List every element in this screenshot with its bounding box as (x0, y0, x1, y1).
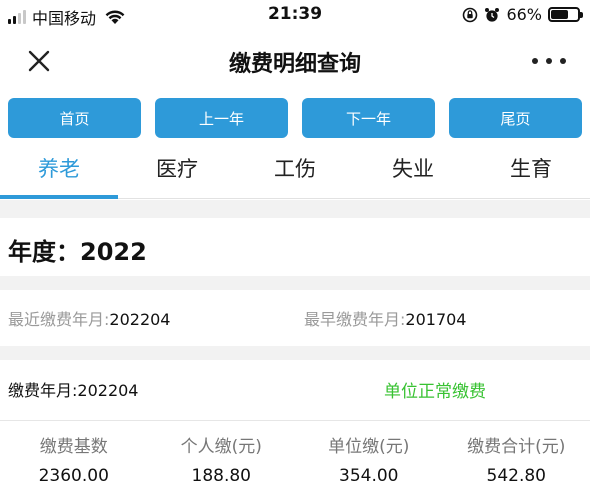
more-icon[interactable] (532, 48, 566, 74)
status-bar: 中国移动 21:39 66% (0, 0, 590, 30)
page-title: 缴费明细查询 (228, 52, 361, 77)
last-page-button[interactable]: 尾页 (449, 98, 582, 138)
latest-month: 最近缴费年月:202204 (8, 306, 170, 330)
table-row: 2360.00 188.80 354.00 542.80 (0, 460, 590, 492)
rotation-lock-icon (463, 7, 478, 22)
pager: 首页 上一年 下一年 尾页 (8, 98, 582, 138)
payment-month-value: 202204 (77, 381, 139, 400)
header-base: 缴费基数 (39, 436, 108, 457)
battery-fill (551, 10, 569, 19)
insurance-tabs: 养老 医疗 工伤 失业 生育 (0, 143, 590, 199)
section-gap (0, 200, 590, 218)
header-employer: 单位缴(元) (328, 436, 410, 457)
earliest-month: 最早缴费年月:201704 (304, 306, 466, 330)
value-base: 2360.00 (38, 466, 109, 486)
tab-medical[interactable]: 医疗 (118, 143, 236, 198)
prev-year-button[interactable]: 上一年 (155, 98, 288, 138)
tab-unemployment[interactable]: 失业 (354, 143, 472, 198)
payment-table: 缴费基数 个人缴(元) 单位缴(元) 缴费合计(元) 2360.00 188.8… (0, 428, 590, 492)
value-personal: 188.80 (191, 466, 251, 486)
close-icon[interactable] (24, 46, 54, 76)
status-badge: 单位正常缴费 (384, 382, 486, 402)
value-total: 542.80 (486, 466, 546, 486)
value-employer: 354.00 (339, 466, 399, 486)
header-personal: 个人缴(元) (180, 436, 262, 457)
section-gap (0, 346, 590, 360)
year-value: 2022 (80, 238, 147, 266)
year-label: 年度： (8, 238, 80, 266)
earliest-month-value: 201704 (405, 310, 467, 329)
tab-injury[interactable]: 工伤 (236, 143, 354, 198)
latest-month-value: 202204 (109, 310, 171, 329)
latest-month-label: 最近缴费年月: (8, 310, 110, 329)
divider (0, 420, 590, 421)
alarm-icon (485, 7, 500, 22)
payment-month: 缴费年月:202204 (8, 377, 138, 401)
payment-month-label: 缴费年月: (8, 381, 78, 400)
table-header-row: 缴费基数 个人缴(元) 单位缴(元) 缴费合计(元) (0, 428, 590, 460)
year-heading: 年度：2022 (8, 232, 147, 267)
nav-bar: 缴费明细查询 (0, 36, 590, 86)
status-right: 66% (462, 5, 583, 24)
tab-pension[interactable]: 养老 (0, 143, 118, 199)
earliest-month-label: 最早缴费年月: (304, 310, 406, 329)
next-year-button[interactable]: 下一年 (302, 98, 435, 138)
battery-percent: 66% (506, 5, 542, 24)
section-gap (0, 276, 590, 290)
tab-maternity[interactable]: 生育 (472, 143, 590, 198)
battery-icon (548, 7, 583, 22)
first-page-button[interactable]: 首页 (8, 98, 141, 138)
header-total: 缴费合计(元) (467, 436, 566, 457)
